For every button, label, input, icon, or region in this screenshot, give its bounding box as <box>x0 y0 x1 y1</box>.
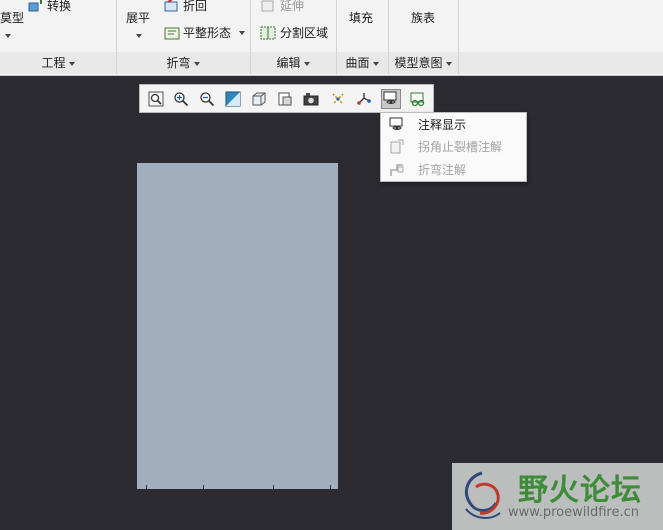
repaint-icon <box>225 91 241 107</box>
forum-watermark: 野火论坛 www.proewildfire.cn <box>452 463 663 530</box>
sheetmetal-display-icon <box>410 92 425 107</box>
menu-item-label: 折弯注解 <box>418 163 467 177</box>
zoom-in-icon <box>174 92 189 107</box>
graphics-toolbar <box>139 84 434 113</box>
view-manager-button[interactable] <box>301 89 321 109</box>
chevron-down-icon <box>193 61 200 66</box>
extend-icon <box>261 0 274 12</box>
annotation-display-icon <box>383 91 397 104</box>
annotation-display-icon <box>389 117 403 130</box>
model-dropdown-caret[interactable] <box>5 34 11 38</box>
convert-button[interactable]: 转换 <box>47 0 71 14</box>
bend-note-icon <box>390 164 404 176</box>
sheetmetal-part[interactable] <box>137 163 338 489</box>
split-area-button[interactable]: 分割区域 <box>280 25 328 41</box>
watermark-title: 野火论坛 <box>518 473 642 508</box>
forum-logo-icon <box>465 471 501 519</box>
edge-tick <box>273 485 274 489</box>
saved-views-icon <box>278 92 292 106</box>
spin-center-icon <box>357 93 371 105</box>
group-surface-label: 曲面 <box>345 56 370 70</box>
sheetmetal-display-button[interactable] <box>408 89 428 109</box>
zoom-out-icon <box>200 92 215 107</box>
datum-display-button[interactable] <box>328 89 348 109</box>
extend-button[interactable]: 延伸 <box>280 0 304 14</box>
flat-pattern-button[interactable]: 平整形态 <box>183 25 231 41</box>
corner-relief-note-icon <box>390 139 404 154</box>
edge-tick <box>330 485 331 489</box>
annotation-dropdown-menu: 注释显示 拐角止裂槽注解 折弯注解 <box>380 112 527 182</box>
flat-pattern-dropdown-caret[interactable] <box>239 31 245 35</box>
fold-back-icon <box>164 0 178 12</box>
datum-display-icon <box>332 93 344 105</box>
display-style-icon <box>252 92 266 106</box>
zoom-fit-button[interactable] <box>146 89 166 109</box>
group-engineering-label: 工程 <box>41 56 66 70</box>
family-table-button[interactable]: 族表 <box>411 10 435 26</box>
convert-icon <box>28 0 42 12</box>
group-edit[interactable]: 编辑 <box>250 52 336 74</box>
split-area-icon <box>260 26 276 40</box>
view-manager-icon <box>303 93 319 106</box>
ribbon: 莫型 转换 工程 展平 折回 平整形态 折弯 延伸 分割区域 编辑 填充 曲面 <box>0 0 663 76</box>
chevron-down-icon <box>68 61 75 66</box>
group-surface[interactable]: 曲面 <box>336 52 388 74</box>
menu-item-bend-note[interactable]: 折弯注解 <box>381 159 526 181</box>
chevron-down-icon <box>303 61 310 66</box>
group-bend[interactable]: 折弯 <box>116 52 250 74</box>
display-style-button[interactable] <box>249 89 269 109</box>
zoom-out-button[interactable] <box>197 89 217 109</box>
zoom-fit-icon <box>148 91 164 107</box>
group-edit-label: 编辑 <box>276 56 301 70</box>
chevron-down-icon <box>445 61 452 66</box>
unfold-dropdown-caret[interactable] <box>136 34 142 38</box>
spin-center-button[interactable] <box>354 89 374 109</box>
model-button[interactable]: 莫型 <box>0 10 24 26</box>
ribbon-separator <box>458 0 459 74</box>
group-model-intent[interactable]: 模型意图 <box>388 52 458 74</box>
menu-item-annotation-display[interactable]: 注释显示 <box>381 114 526 136</box>
chevron-down-icon <box>372 61 379 66</box>
group-engineering[interactable]: 工程 <box>0 52 116 74</box>
fill-button[interactable]: 填充 <box>349 10 373 26</box>
fold-back-button[interactable]: 折回 <box>183 0 207 14</box>
menu-item-label: 注释显示 <box>418 118 467 132</box>
flat-pattern-icon <box>164 27 180 40</box>
unfold-button[interactable]: 展平 <box>126 10 150 26</box>
menu-item-corner-relief-note[interactable]: 拐角止裂槽注解 <box>381 136 526 158</box>
repaint-button[interactable] <box>223 89 243 109</box>
annotation-display-button[interactable] <box>381 89 401 109</box>
watermark-url: www.proewildfire.cn <box>508 505 639 520</box>
saved-views-button[interactable] <box>275 89 295 109</box>
edge-tick <box>146 485 147 489</box>
zoom-in-button[interactable] <box>171 89 191 109</box>
menu-item-label: 拐角止裂槽注解 <box>418 140 503 154</box>
group-bend-label: 折弯 <box>166 56 191 70</box>
group-model-intent-label: 模型意图 <box>394 56 443 70</box>
edge-tick <box>203 485 204 489</box>
